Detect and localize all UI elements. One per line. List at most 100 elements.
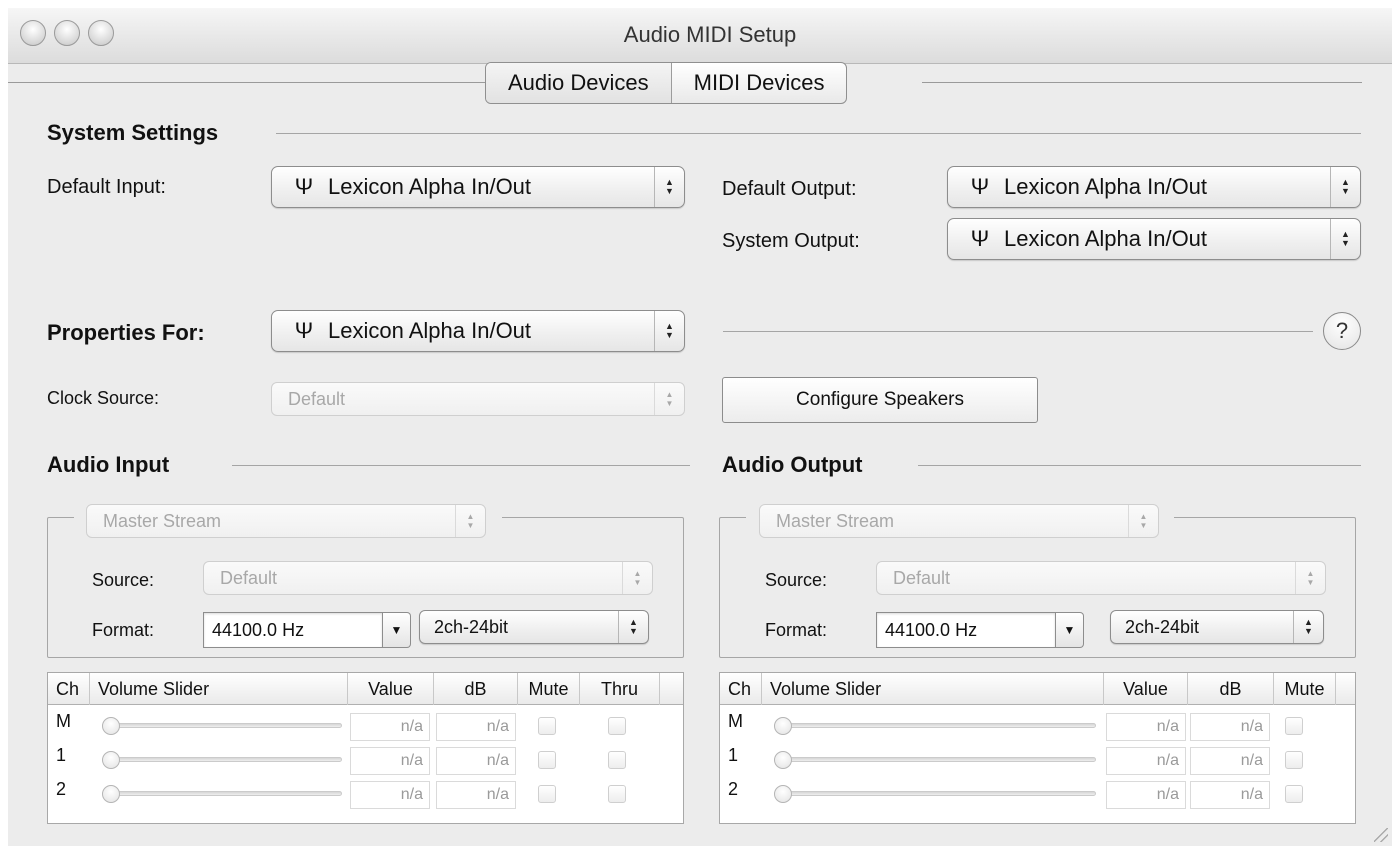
slider-knob[interactable] xyxy=(102,717,120,735)
clock-source-label: Clock Source: xyxy=(47,388,160,408)
audio-output-heading: Audio Output xyxy=(722,452,863,477)
properties-for-value: Lexicon Alpha In/Out xyxy=(328,318,532,343)
audio-input-bits-popup[interactable]: 2ch-24bit ▲ ▼ xyxy=(419,610,649,644)
clock-source-popup[interactable]: Default ▲ ▼ xyxy=(271,382,685,416)
db-field[interactable]: n/a xyxy=(436,747,516,775)
db-field[interactable]: n/a xyxy=(1190,747,1270,775)
clock-source-value: Default xyxy=(288,388,346,409)
volume-slider[interactable] xyxy=(774,723,1096,728)
properties-for-label: Properties For: xyxy=(47,320,205,345)
mute-checkbox[interactable] xyxy=(1285,785,1303,803)
default-output-value: Lexicon Alpha In/Out xyxy=(1004,174,1208,199)
audio-output-rate-combo[interactable]: 44100.0 Hz ▼ xyxy=(876,612,1084,648)
audio-output-stream-value: Master Stream xyxy=(776,510,895,531)
volume-slider[interactable] xyxy=(774,791,1096,796)
mute-checkbox[interactable] xyxy=(538,717,556,735)
value-field[interactable]: n/a xyxy=(1106,781,1186,809)
value-field[interactable]: n/a xyxy=(350,747,430,775)
audio-input-heading: Audio Input xyxy=(47,452,170,477)
column-header-value[interactable]: Value xyxy=(1104,673,1188,705)
audio-output-source-label: Source: xyxy=(765,570,828,590)
default-output-popup[interactable]: Ψ Lexicon Alpha In/Out ▲ ▼ xyxy=(947,166,1361,208)
slider-knob[interactable] xyxy=(774,751,792,769)
audio-input-stream-value: Master Stream xyxy=(103,510,222,531)
audio-input-source-label: Source: xyxy=(92,570,155,590)
system-settings-rule xyxy=(276,133,1361,134)
mute-checkbox[interactable] xyxy=(538,785,556,803)
column-header-volume-slider[interactable]: Volume Slider xyxy=(762,673,1104,705)
channel-label: 2 xyxy=(56,779,67,799)
thru-checkbox[interactable] xyxy=(608,751,626,769)
up-down-arrows-icon: ▲ ▼ xyxy=(455,505,485,537)
default-input-popup[interactable]: Ψ Lexicon Alpha In/Out ▲ ▼ xyxy=(271,166,685,208)
audio-input-rate-field[interactable]: 44100.0 Hz xyxy=(203,612,383,648)
triangle-down-icon[interactable]: ▼ xyxy=(383,612,411,648)
column-header-db[interactable]: dB xyxy=(434,673,518,705)
audio-midi-setup-window: Audio MIDI Setup Audio Devices MIDI Devi… xyxy=(8,8,1392,846)
volume-slider[interactable] xyxy=(102,791,342,796)
audio-output-source-popup[interactable]: Default ▲ ▼ xyxy=(876,561,1326,595)
value-field[interactable]: n/a xyxy=(350,781,430,809)
value-field[interactable]: n/a xyxy=(1106,747,1186,775)
tab-midi-devices[interactable]: MIDI Devices xyxy=(670,63,847,103)
value-field[interactable]: n/a xyxy=(1106,713,1186,741)
slider-knob[interactable] xyxy=(774,717,792,735)
column-header-db[interactable]: dB xyxy=(1188,673,1274,705)
audio-output-bits-value: 2ch-24bit xyxy=(1125,616,1200,637)
slider-knob[interactable] xyxy=(102,785,120,803)
thru-checkbox[interactable] xyxy=(608,785,626,803)
tab-audio-devices[interactable]: Audio Devices xyxy=(486,63,671,103)
resize-handle[interactable] xyxy=(1374,828,1388,842)
db-field[interactable]: n/a xyxy=(436,781,516,809)
db-field[interactable]: n/a xyxy=(1190,781,1270,809)
mute-checkbox[interactable] xyxy=(1285,717,1303,735)
column-header-mute[interactable]: Mute xyxy=(1274,673,1336,705)
up-down-arrows-icon: ▲ ▼ xyxy=(1128,505,1158,537)
audio-input-source-value: Default xyxy=(220,567,278,588)
system-output-popup[interactable]: Ψ Lexicon Alpha In/Out ▲ ▼ xyxy=(947,218,1361,260)
column-header-thru[interactable]: Thru xyxy=(580,673,660,705)
volume-slider[interactable] xyxy=(774,757,1096,762)
system-settings-heading: System Settings xyxy=(47,120,219,145)
tab-divider-right xyxy=(922,82,1362,83)
table-header: Ch Volume Slider Value dB Mute Thru xyxy=(48,673,683,705)
db-field[interactable]: n/a xyxy=(436,713,516,741)
triangle-down-icon[interactable]: ▼ xyxy=(1056,612,1084,648)
default-output-label: Default Output: xyxy=(722,178,857,200)
audio-input-stream-popup[interactable]: Master Stream ▲ ▼ xyxy=(86,504,486,538)
slider-knob[interactable] xyxy=(102,751,120,769)
thru-checkbox[interactable] xyxy=(608,717,626,735)
up-down-arrows-icon: ▲ ▼ xyxy=(654,383,684,415)
audio-input-bits-value: 2ch-24bit xyxy=(434,616,509,637)
audio-input-channel-table: Ch Volume Slider Value dB Mute Thru M n/… xyxy=(47,672,684,824)
audio-output-source-value: Default xyxy=(893,567,951,588)
column-header-ch[interactable]: Ch xyxy=(720,673,762,705)
up-down-arrows-icon: ▲ ▼ xyxy=(1295,562,1325,594)
help-button[interactable]: ? xyxy=(1323,312,1361,350)
volume-slider[interactable] xyxy=(102,757,342,762)
question-icon: ? xyxy=(1335,318,1349,343)
slider-knob[interactable] xyxy=(774,785,792,803)
mute-checkbox[interactable] xyxy=(1285,751,1303,769)
db-field[interactable]: n/a xyxy=(1190,713,1270,741)
audio-input-rule xyxy=(232,465,690,466)
usb-icon: Ψ xyxy=(970,226,990,251)
audio-input-rate-combo[interactable]: 44100.0 Hz ▼ xyxy=(203,612,411,648)
column-header-value[interactable]: Value xyxy=(348,673,434,705)
column-header-ch[interactable]: Ch xyxy=(48,673,90,705)
audio-output-rule xyxy=(918,465,1361,466)
properties-for-popup[interactable]: Ψ Lexicon Alpha In/Out ▲ ▼ xyxy=(271,310,685,352)
audio-output-rate-field[interactable]: 44100.0 Hz xyxy=(876,612,1056,648)
column-header-mute[interactable]: Mute xyxy=(518,673,580,705)
column-header-volume-slider[interactable]: Volume Slider xyxy=(90,673,348,705)
up-down-arrows-icon: ▲ ▼ xyxy=(1330,167,1360,207)
tab-divider-left xyxy=(8,82,485,83)
value-field[interactable]: n/a xyxy=(350,713,430,741)
configure-speakers-button[interactable]: Configure Speakers xyxy=(722,377,1038,423)
audio-output-bits-popup[interactable]: 2ch-24bit ▲ ▼ xyxy=(1110,610,1324,644)
volume-slider[interactable] xyxy=(102,723,342,728)
mute-checkbox[interactable] xyxy=(538,751,556,769)
audio-output-stream-popup[interactable]: Master Stream ▲ ▼ xyxy=(759,504,1159,538)
audio-input-source-popup[interactable]: Default ▲ ▼ xyxy=(203,561,653,595)
system-output-label: System Output: xyxy=(722,230,860,252)
